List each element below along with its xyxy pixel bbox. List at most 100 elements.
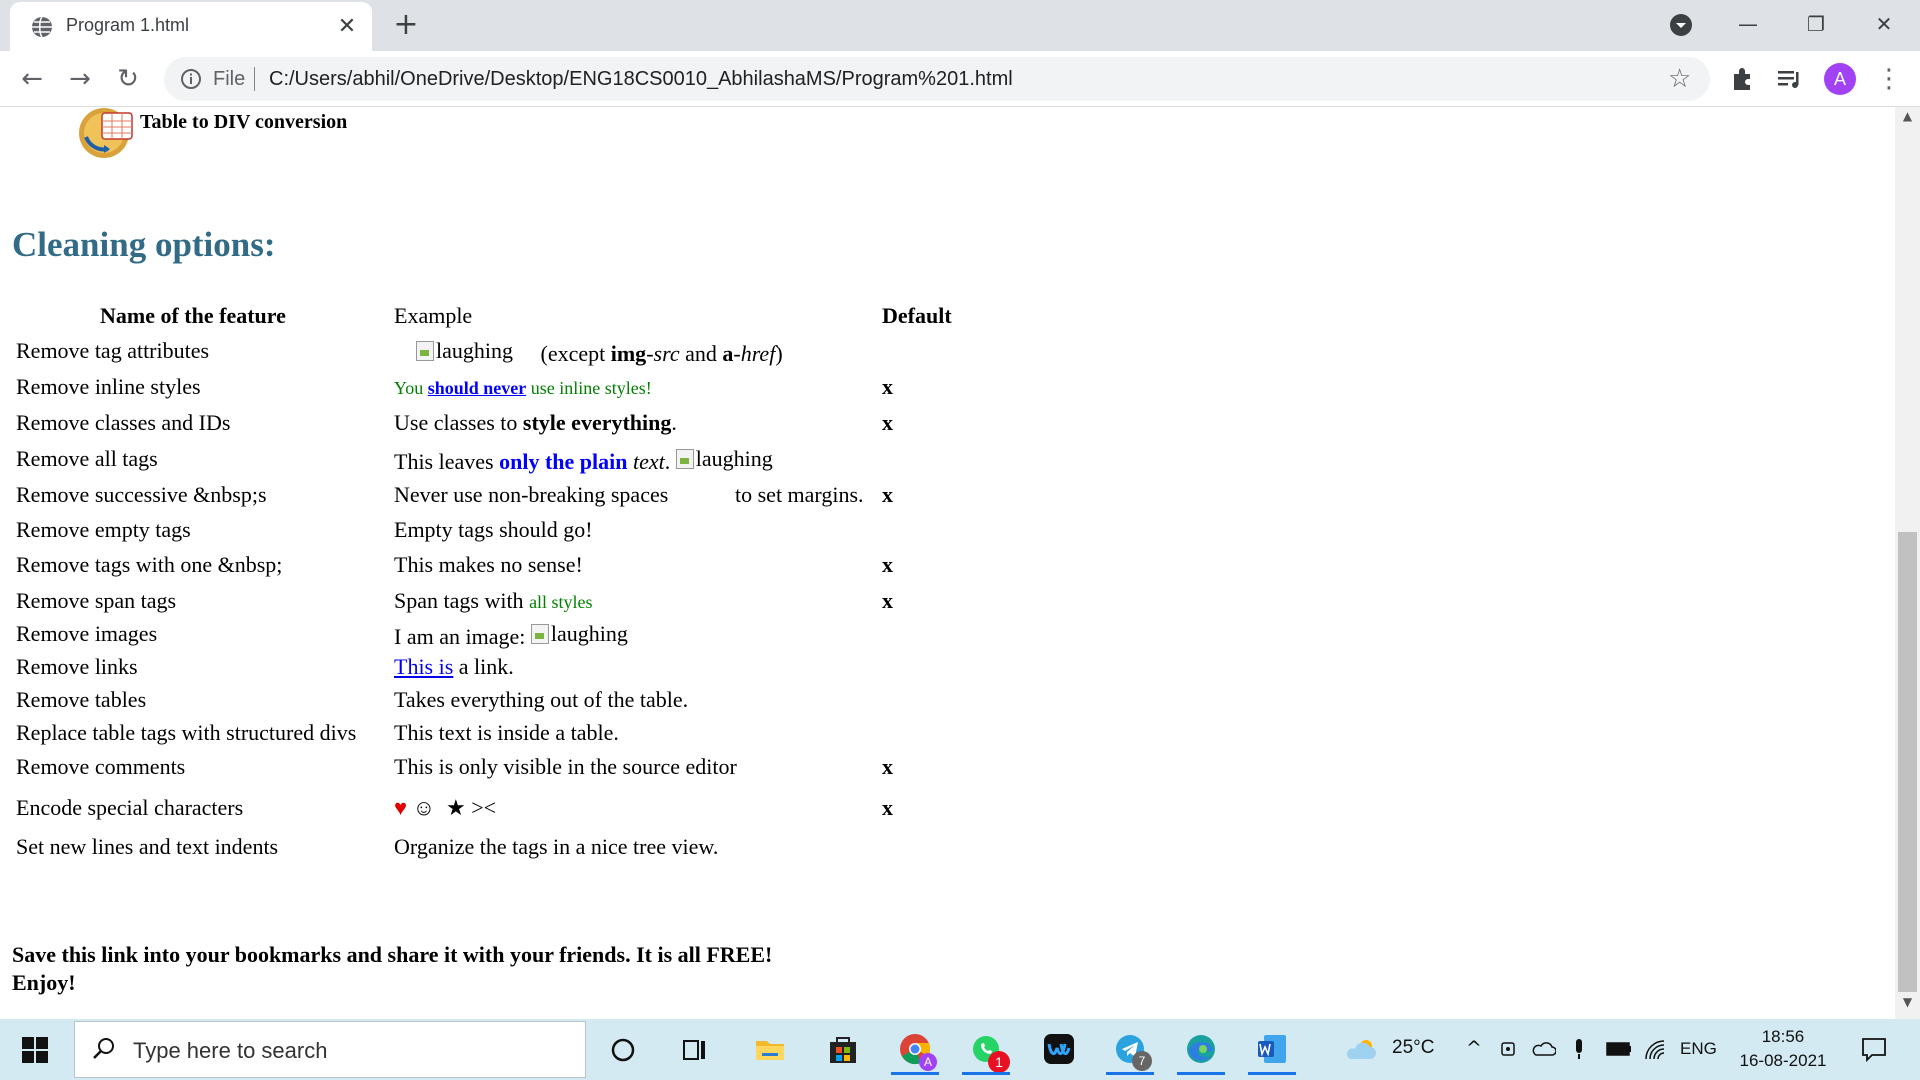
taskbar-search[interactable]: Type here to search xyxy=(74,1021,586,1078)
broken-image-icon xyxy=(675,449,694,469)
file-explorer-app[interactable] xyxy=(742,1025,798,1075)
chevron-up-icon[interactable]: ^ xyxy=(1466,1037,1482,1059)
example-text: (except xyxy=(540,341,611,366)
broken-image: laughing xyxy=(530,621,628,647)
tab-close-button[interactable]: ✕ xyxy=(334,13,360,39)
whatsapp-app[interactable]: 1 xyxy=(958,1025,1014,1075)
example-cell: Use classes to style everything. xyxy=(394,410,677,436)
feature-name: Remove tags with one &nbsp; xyxy=(16,552,283,577)
onedrive-icon[interactable] xyxy=(1532,1041,1556,1057)
default-mark: x xyxy=(882,482,893,507)
footer-message: Save this link into your bookmarks and s… xyxy=(12,941,772,997)
scheme-label: File xyxy=(213,68,246,90)
extensions-icon[interactable] xyxy=(1728,64,1758,94)
example-text: I am an image: xyxy=(394,624,531,649)
page-viewport: Table to DIV conversion Cleaning options… xyxy=(0,107,1895,1019)
cortana-icon[interactable] xyxy=(610,1037,636,1063)
example-text: This leaves xyxy=(394,449,500,474)
new-tab-button[interactable]: + xyxy=(390,9,422,41)
scroll-up-arrow-icon[interactable]: ▲ xyxy=(1895,109,1920,129)
vertical-scrollbar[interactable]: ▲ ▼ xyxy=(1895,107,1920,1019)
example-cell: This is only visible in the source edito… xyxy=(394,754,737,779)
input-language[interactable]: ENG xyxy=(1680,1039,1717,1059)
store-app[interactable] xyxy=(815,1025,871,1075)
edge-app[interactable] xyxy=(1173,1025,1229,1075)
telegram-badge: 7 xyxy=(1132,1051,1152,1071)
clock-date: 16-08-2021 xyxy=(1739,1051,1827,1070)
example-cell: This is a link. xyxy=(394,654,514,680)
example-text: . xyxy=(671,410,677,435)
close-window-button[interactable]: ✕ xyxy=(1854,4,1914,44)
image-alt-text: laughing xyxy=(436,338,513,363)
heart-icon: ♥ xyxy=(394,795,408,820)
back-button[interactable]: ← xyxy=(14,61,50,97)
header-example: Example xyxy=(394,303,473,328)
scroll-down-arrow-icon[interactable]: ▼ xyxy=(1895,995,1920,1015)
windows-taskbar: Type here to search A 1 7 25°C ^ ENG 18:… xyxy=(0,1019,1920,1080)
microphone-icon[interactable] xyxy=(1572,1037,1586,1061)
feature-name: Replace table tags with structured divs xyxy=(16,720,357,745)
profile-avatar[interactable]: A xyxy=(1824,63,1856,95)
broken-image-icon xyxy=(416,341,434,361)
feature-name: Remove successive &nbsp;s xyxy=(16,482,267,507)
folder-icon xyxy=(756,1041,784,1060)
webex-app[interactable] xyxy=(1031,1025,1087,1075)
notifications-icon[interactable] xyxy=(1860,1035,1888,1063)
telegram-app[interactable]: 7 xyxy=(1102,1025,1158,1075)
restore-button[interactable]: ❐ xyxy=(1786,4,1846,44)
default-mark: x xyxy=(882,552,893,577)
example-link[interactable]: This is xyxy=(394,654,453,679)
scrollbar-thumb[interactable] xyxy=(1898,532,1917,992)
word-app[interactable] xyxy=(1244,1025,1300,1075)
feature-name: Remove all tags xyxy=(16,446,158,471)
forward-button[interactable]: → xyxy=(62,61,98,97)
smile-icon: ☺ xyxy=(412,795,436,820)
feature-name: Remove inline styles xyxy=(16,374,201,399)
windows-start-icon[interactable] xyxy=(22,1037,48,1063)
example-cell: Never use non-breaking spaces xyxy=(394,482,668,508)
browser-menu-icon[interactable]: ⋮ xyxy=(1874,63,1904,95)
browser-toolbar: ← → ↻ File C:/Users/abhil/OneDrive/Deskt… xyxy=(0,51,1920,107)
reload-button[interactable]: ↻ xyxy=(110,61,146,97)
footer-line: Enjoy! xyxy=(12,970,76,995)
example-text: a link. xyxy=(453,654,514,679)
minimize-button[interactable]: — xyxy=(1718,4,1778,44)
default-mark: x xyxy=(882,795,893,820)
table-to-div-logo-icon xyxy=(79,108,133,158)
default-mark: x xyxy=(882,754,893,779)
default-mark: x xyxy=(882,588,893,613)
example-bold: img xyxy=(610,341,647,366)
tab-search-icon[interactable] xyxy=(1668,12,1694,38)
example-text: use inline styles! xyxy=(526,378,652,398)
example-cell: Span tags with all styles xyxy=(394,588,593,614)
wifi-icon[interactable] xyxy=(1644,1039,1666,1061)
weather-cloud-icon[interactable] xyxy=(1344,1037,1378,1063)
star-icon: ★ xyxy=(446,795,466,820)
example-cell: Takes everything out of the table. xyxy=(394,687,689,712)
feature-name: Remove tables xyxy=(16,687,147,712)
url-text[interactable]: C:/Users/abhil/OneDrive/Desktop/ENG18CS0… xyxy=(269,68,1013,91)
weather-temperature[interactable]: 25°C xyxy=(1392,1037,1434,1059)
clock-time: 18:56 xyxy=(1761,1027,1805,1046)
image-alt-text: laughing xyxy=(550,621,628,646)
example-italic: src xyxy=(653,341,680,366)
address-bar[interactable]: File C:/Users/abhil/OneDrive/Desktop/ENG… xyxy=(164,57,1710,101)
feature-name: Remove links xyxy=(16,654,138,679)
system-clock[interactable]: 18:56 16-08-2021 xyxy=(1728,1025,1838,1073)
chrome-app[interactable]: A xyxy=(887,1025,943,1075)
media-control-icon[interactable] xyxy=(1774,64,1804,94)
example-cell: laughing (except img-src and a-href) xyxy=(416,338,783,367)
meet-icon[interactable] xyxy=(1500,1039,1520,1059)
example-text: - xyxy=(646,341,654,366)
example-text: . xyxy=(664,449,676,474)
example-text: >< xyxy=(471,795,497,820)
task-view-icon[interactable] xyxy=(682,1037,708,1063)
feature-name: Remove classes and IDs xyxy=(16,410,231,435)
bookmark-star-icon[interactable]: ☆ xyxy=(1668,65,1696,93)
battery-icon[interactable] xyxy=(1606,1041,1632,1057)
info-icon[interactable] xyxy=(180,68,202,90)
tab-strip: Program 1.html ✕ + — ❐ ✕ xyxy=(0,0,1920,51)
example-text: and xyxy=(679,341,723,366)
browser-tab[interactable]: Program 1.html ✕ xyxy=(10,2,372,51)
feature-name: Set new lines and text indents xyxy=(16,834,279,859)
